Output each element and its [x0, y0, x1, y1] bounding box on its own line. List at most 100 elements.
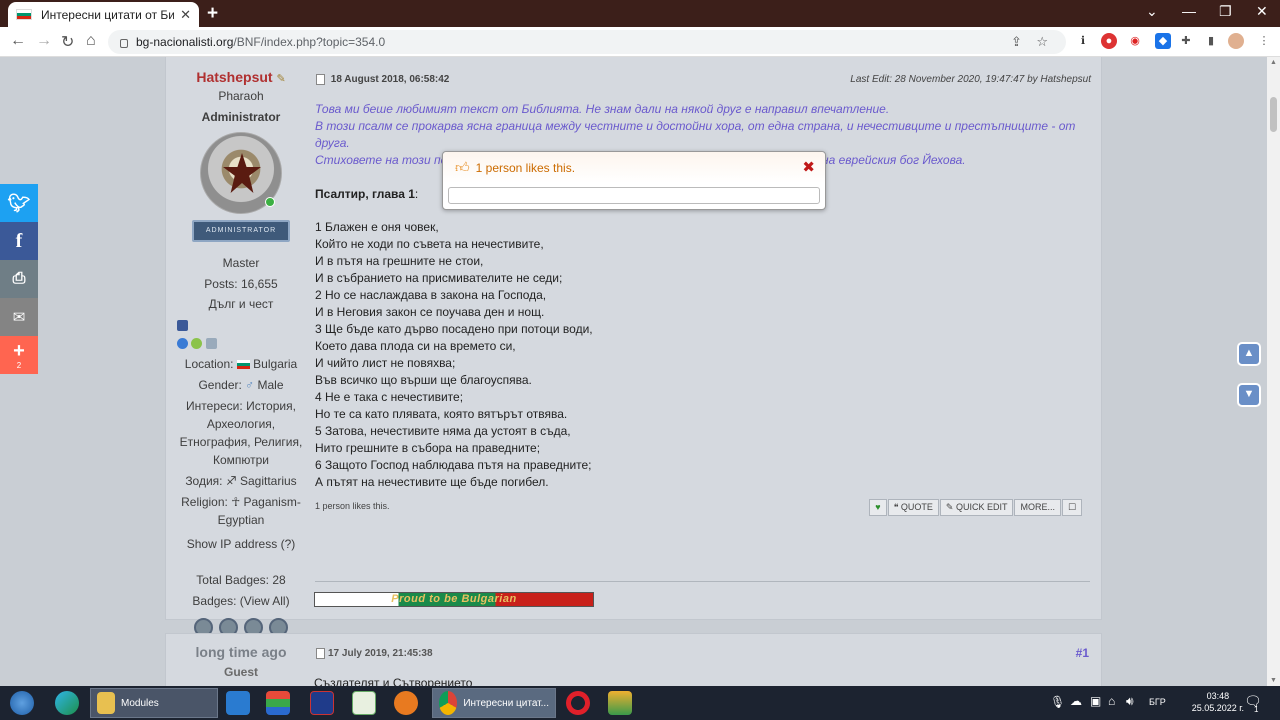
profile-avatar[interactable] [1228, 33, 1244, 49]
post-date[interactable]: 17 July 2019, 21:45:38 [316, 648, 433, 659]
bookmark-star-icon[interactable]: ☆ [1036, 34, 1048, 49]
clock[interactable]: 03:48 25.05.2022 г. [1192, 690, 1244, 714]
verse-line: И в събранието на присмивателите не седи… [315, 271, 563, 285]
taskbar-app[interactable] [264, 688, 292, 718]
forward-icon[interactable]: → [36, 32, 52, 50]
like-button[interactable]: ♥ [869, 499, 887, 516]
signature-banner: Proud to be Bulgarian [314, 592, 594, 607]
extension-icon[interactable]: ● [1101, 33, 1117, 49]
cloud-icon[interactable]: ☁ [1070, 694, 1082, 708]
location-row: Location: Bulgaria [184, 357, 298, 371]
email-icon[interactable] [205, 338, 217, 350]
poster-role: Guest [223, 665, 258, 679]
browser-tab[interactable]: Интересни цитати от Библията ✕ [8, 2, 199, 27]
verse-line: 6 Защото Господ наблюдава пътя на правед… [315, 458, 592, 472]
profile-links [166, 318, 316, 332]
start-button[interactable] [6, 688, 38, 718]
chrome-icon [439, 691, 458, 715]
more-button[interactable]: MORE... [1014, 499, 1061, 516]
omnibox-actions: ⇪ ☆ [1011, 34, 1048, 50]
tray-icon[interactable]: 🎙︎ [1050, 695, 1065, 709]
online-status-icon [265, 197, 275, 207]
facebook-icon[interactable] [177, 320, 188, 332]
poster-name: long time ago [195, 644, 287, 660]
extension-icon[interactable]: ℹ [1075, 33, 1091, 49]
print-share-button[interactable]: ⎙ [0, 260, 38, 298]
puzzle-icon[interactable]: ✚ [1178, 33, 1194, 49]
volume-icon[interactable]: 🔊︎ [1126, 694, 1134, 709]
tab-search-button[interactable]: ⌄ [1146, 3, 1158, 20]
verse-line: Което дава плода си на времето си, [315, 339, 516, 353]
facebook-share-button[interactable]: f [0, 222, 38, 260]
taskbar-explorer[interactable]: Modules [90, 688, 218, 718]
tray-app-icon[interactable]: ▣ [1090, 694, 1101, 708]
poster-role: Administrator [201, 110, 281, 124]
page-scrollbar[interactable]: ▲ ▼ [1267, 57, 1280, 686]
restore-button[interactable]: ❐ [1219, 3, 1232, 20]
scroll-up-arrow-icon[interactable]: ▲ [1270, 59, 1277, 66]
verse-line: 4 Не е така с нечестивите; [315, 390, 464, 404]
emblem-icon [223, 153, 261, 193]
facebook-icon: f [15, 229, 23, 252]
post-number[interactable]: #1 [1076, 646, 1089, 660]
select-checkbox[interactable]: ☐ [1062, 499, 1082, 516]
layers-icon [608, 691, 632, 715]
scrollbar-thumb[interactable] [1270, 97, 1277, 132]
taskbar-app-3[interactable] [606, 688, 634, 718]
taskbar-opera[interactable] [564, 688, 592, 718]
back-icon[interactable]: ← [10, 32, 26, 50]
scroll-down-button[interactable]: ▼ [1237, 383, 1261, 407]
flag-icon [236, 360, 250, 370]
new-tab-button[interactable]: + [207, 3, 218, 25]
website-icon[interactable] [177, 338, 188, 350]
quick-edit-button[interactable]: ✎ QUICK EDIT [939, 499, 1014, 516]
zodiac-row: Зодия: ♐ Sagittarius [185, 474, 297, 488]
print-icon: ⎙ [12, 270, 26, 287]
flag-icon [16, 9, 32, 20]
folder-icon [97, 692, 115, 714]
address-bar[interactable]: bg-nacionalisti.org/BNF/index.php?topic=… [108, 30, 1066, 54]
more-share-button[interactable]: +2 [0, 336, 38, 374]
scroll-down-arrow-icon[interactable]: ▼ [1270, 677, 1277, 684]
show-ip-link[interactable]: Show IP address [187, 537, 278, 551]
view-all-badges-link[interactable]: (View All) [240, 594, 290, 608]
thumbs-up-icon: 👍︎ [455, 159, 470, 175]
page-viewport: Hatshepsut ✎ Pharaoh Administrator Admin… [0, 57, 1267, 686]
ankh-icon: ☥ [231, 495, 241, 509]
pm-icon[interactable] [191, 338, 203, 350]
taskbar-mail[interactable] [224, 688, 252, 718]
popup-likes-list [448, 187, 820, 204]
taskbar-notepad[interactable] [350, 688, 378, 718]
taskbar-app-2[interactable] [392, 688, 420, 718]
extension-icon[interactable]: ◉ [1127, 33, 1143, 49]
likes-text[interactable]: 1 person likes this. [315, 501, 390, 511]
share-icon[interactable]: ⇪ [1011, 34, 1022, 49]
scroll-up-button[interactable]: ▲ [1237, 342, 1261, 366]
poster-name[interactable]: Hatshepsut ✎ [166, 69, 316, 85]
minimize-button[interactable]: — [1182, 3, 1196, 19]
extension-icon[interactable]: ◆ [1155, 33, 1171, 49]
taskbar-edge[interactable] [52, 688, 82, 718]
total-badges: Total Badges: 28 [196, 573, 286, 587]
tab-close-button[interactable]: ✕ [180, 7, 191, 23]
email-share-button[interactable]: ✉ [0, 298, 38, 336]
taskbar-language[interactable] [308, 688, 336, 718]
post-date[interactable]: 18 August 2018, 06:58:42 [331, 74, 450, 85]
post-header: 18 August 2018, 06:58:42 Last Edit: 28 N… [316, 74, 1091, 88]
rank-image: Administrator [192, 220, 290, 242]
notification-count: 1 [1254, 705, 1259, 714]
twitter-share-button[interactable]: 🐦︎ [0, 184, 38, 222]
opera-icon [566, 691, 590, 715]
close-window-button[interactable]: ✕ [1256, 3, 1268, 20]
quote-button[interactable]: ❝ QUOTE [887, 499, 939, 516]
taskbar-chrome[interactable]: Интересни цитат... [432, 688, 556, 718]
reload-icon[interactable]: ↻ [61, 32, 74, 52]
sidepanel-icon[interactable]: ▮ [1203, 33, 1219, 49]
network-icon[interactable]: ⌂ [1108, 694, 1115, 708]
popup-close-button[interactable]: ✖ [802, 160, 815, 175]
show-ip-help-link[interactable]: (?) [281, 537, 296, 551]
language-indicator[interactable]: БГР [1149, 697, 1166, 707]
menu-icon[interactable]: ⋮ [1256, 33, 1272, 49]
notifications-icon[interactable]: 🗨︎ [1244, 693, 1262, 710]
home-icon[interactable]: ⌂ [86, 32, 96, 50]
